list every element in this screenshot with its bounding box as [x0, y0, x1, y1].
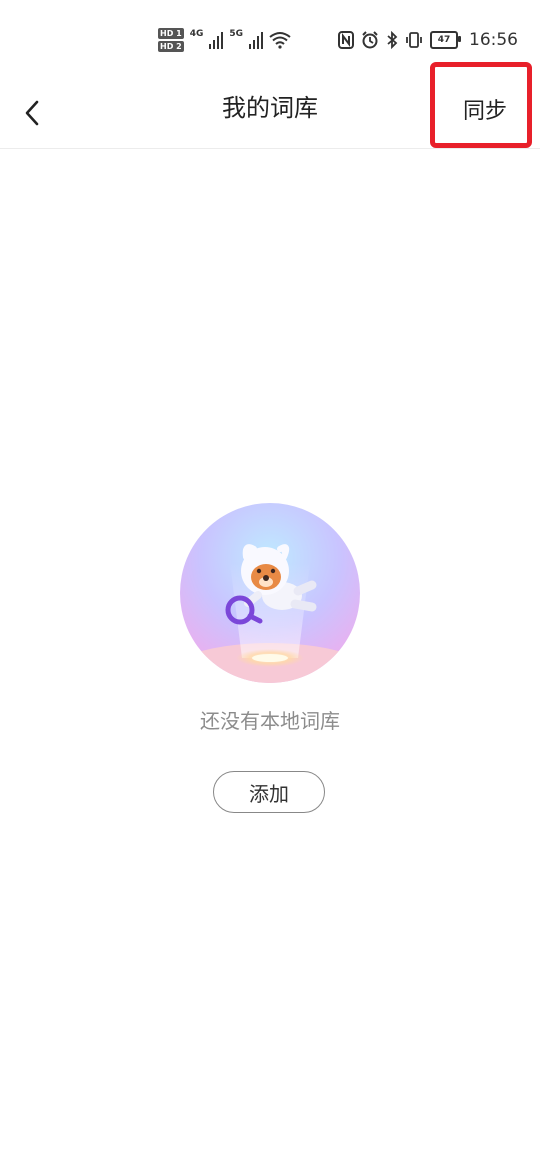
network-type-2: 5G	[229, 29, 243, 39]
add-button[interactable]: 添加	[213, 771, 325, 813]
sim-indicators: HD 1 HD 2	[158, 28, 184, 52]
wifi-icon	[269, 32, 291, 49]
sync-button[interactable]: 同步	[463, 93, 507, 125]
battery-icon: 47	[430, 31, 461, 49]
app-header: 我的词库 同步	[0, 62, 540, 149]
sim2-hd-badge: HD 2	[158, 41, 184, 52]
system-indicators: 47 16:56	[338, 28, 518, 52]
sync-highlight-box: 同步	[430, 62, 532, 148]
empty-state-message: 还没有本地词库	[200, 709, 340, 733]
battery-level: 47	[437, 35, 451, 45]
signal-icon	[209, 31, 224, 49]
network-type-1: 4G	[189, 29, 204, 39]
bluetooth-icon	[387, 31, 398, 49]
empty-illustration	[180, 503, 360, 683]
network-indicators: HD 1 HD 2 4G 5G	[158, 25, 291, 55]
alarm-icon	[362, 31, 378, 49]
status-time: 16:56	[469, 30, 518, 50]
nfc-icon	[338, 31, 354, 49]
sim1-hd-badge: HD 1	[158, 28, 184, 39]
signal-icon-2	[249, 31, 263, 49]
vibrate-icon	[406, 32, 422, 48]
